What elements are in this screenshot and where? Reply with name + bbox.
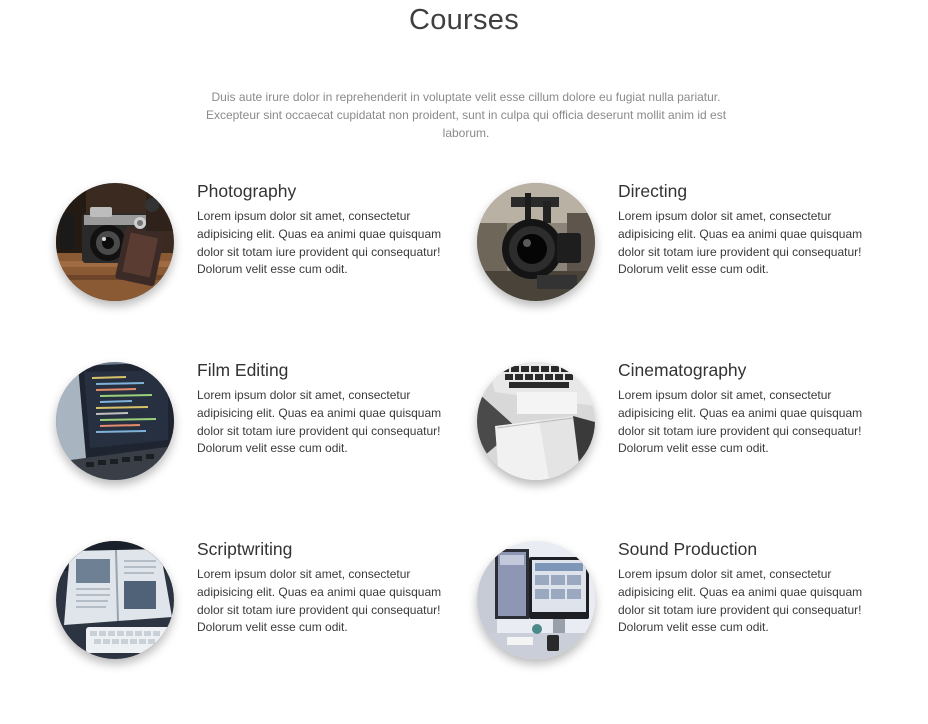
laptop-code-screen-photo [56,362,174,480]
course-image-cinematography[interactable] [477,362,595,480]
course-title-cinematography[interactable]: Cinematography [618,360,746,381]
intro-text: Duis aute irure dolor in reprehenderit i… [205,90,727,140]
course-title-photography[interactable]: Photography [197,181,296,202]
course-description-film-editing: Lorem ipsum dolor sit amet, consectetur … [197,388,442,456]
course-card-cinematography[interactable]: Cinematography Lorem ipsum dolor sit ame… [477,360,897,492]
course-title-directing[interactable]: Directing [618,181,687,202]
desktop-monitors-photo [477,541,595,659]
vintage-camera-photo [56,183,174,301]
page-title: Courses [408,4,520,36]
open-magazine-keyboard-photo [56,541,174,659]
course-card-sound-production[interactable]: Sound Production Lorem ipsum dolor sit a… [477,539,897,671]
course-description-sound-production: Lorem ipsum dolor sit amet, consectetur … [618,567,863,635]
course-title-sound-production[interactable]: Sound Production [618,539,757,560]
course-image-film-editing[interactable] [56,362,174,480]
course-description-cinematography: Lorem ipsum dolor sit amet, consectetur … [618,388,863,456]
course-title-scriptwriting[interactable]: Scriptwriting [197,539,292,560]
course-image-photography[interactable] [56,183,174,301]
course-description-photography: Lorem ipsum dolor sit amet, consectetur … [197,209,442,277]
course-image-directing[interactable] [477,183,595,301]
course-image-scriptwriting[interactable] [56,541,174,659]
course-card-film-editing[interactable]: Film Editing Lorem ipsum dolor sit amet,… [56,360,476,492]
keyboard-notebook-photo [477,362,595,480]
course-card-photography[interactable]: Photography Lorem ipsum dolor sit amet, … [56,181,476,313]
course-title-film-editing[interactable]: Film Editing [197,360,288,381]
course-card-directing[interactable]: Directing Lorem ipsum dolor sit amet, co… [477,181,897,313]
course-description-directing: Lorem ipsum dolor sit amet, consectetur … [618,209,863,277]
course-image-sound-production[interactable] [477,541,595,659]
course-description-scriptwriting: Lorem ipsum dolor sit amet, consectetur … [197,567,442,635]
video-camera-lens-photo [477,183,595,301]
course-card-scriptwriting[interactable]: Scriptwriting Lorem ipsum dolor sit amet… [56,539,476,671]
